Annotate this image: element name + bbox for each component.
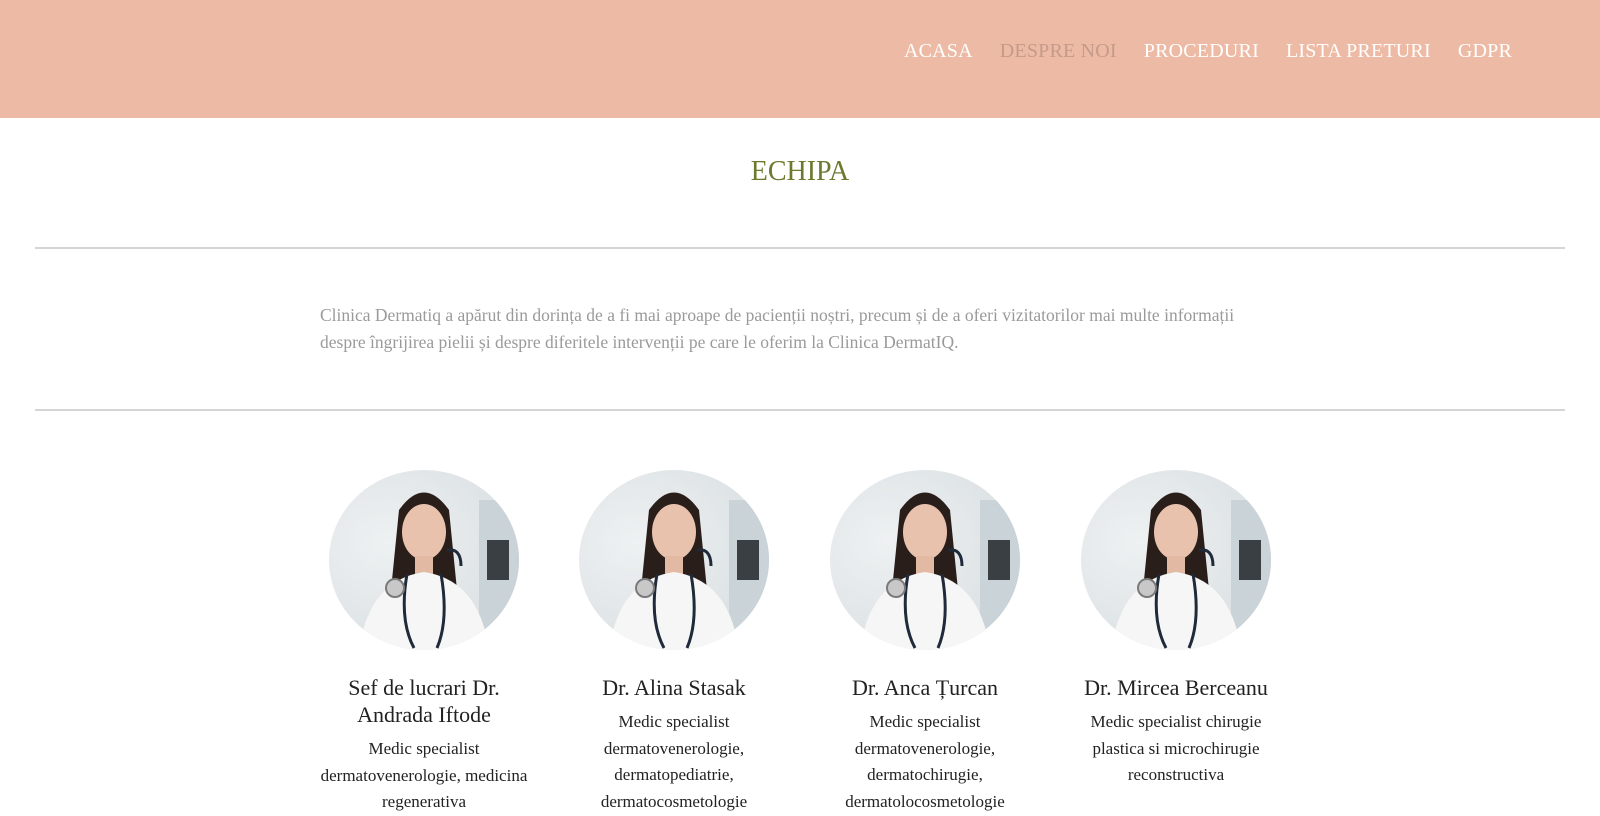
main-nav: ACASA DESPRE NOI PROCEDURI LISTA PRETURI… (904, 40, 1512, 63)
doctor-role: Medic specialist dermatovenerologie, der… (845, 712, 1005, 811)
doctor-photo (329, 470, 519, 650)
doctor-name: Dr. Alina Stasak (602, 675, 746, 700)
divider-top (35, 247, 1565, 249)
intro-text: Clinica Dermatiq a apărut din dorința de… (320, 305, 1235, 352)
doctor-photo (830, 470, 1020, 650)
doctor-role: Medic specialist dermatovenerologie, der… (600, 712, 748, 811)
nav-item-acasa[interactable]: ACASA (904, 40, 973, 63)
doctor-name: Dr. Anca Țurcan (852, 675, 998, 700)
site-header: ACASA DESPRE NOI PROCEDURI LISTA PRETURI… (0, 0, 1600, 118)
nav-item-lista-preturi[interactable]: LISTA PRETURI (1286, 40, 1431, 63)
team-member-card: Dr. Anca Țurcan Medic specialist dermato… (815, 470, 1035, 815)
nav-item-despre-noi[interactable]: DESPRE NOI (1000, 40, 1117, 63)
doctor-name: Dr. Mircea Berceanu (1084, 675, 1268, 700)
doctor-photo (579, 470, 769, 650)
team-member-card: Dr. Alina Stasak Medic specialist dermat… (564, 470, 784, 815)
nav-item-proceduri[interactable]: PROCEDURI (1144, 40, 1259, 63)
team-member-card: Dr. Mircea Berceanu Medic specialist chi… (1066, 470, 1286, 789)
doctor-role: Medic specialist chirugie plastica si mi… (1090, 712, 1262, 784)
doctor-role: Medic specialist dermatovenerologie, med… (320, 739, 528, 811)
divider-bottom (35, 409, 1565, 411)
doctor-name: Sef de lucrari Dr. Andrada Iftode (348, 675, 500, 727)
page-title: ECHIPA (750, 156, 850, 187)
doctor-photo (1081, 470, 1271, 650)
team-member-card: Sef de lucrari Dr. Andrada Iftode Medic … (314, 470, 534, 816)
nav-item-gdpr[interactable]: GDPR (1458, 40, 1512, 63)
